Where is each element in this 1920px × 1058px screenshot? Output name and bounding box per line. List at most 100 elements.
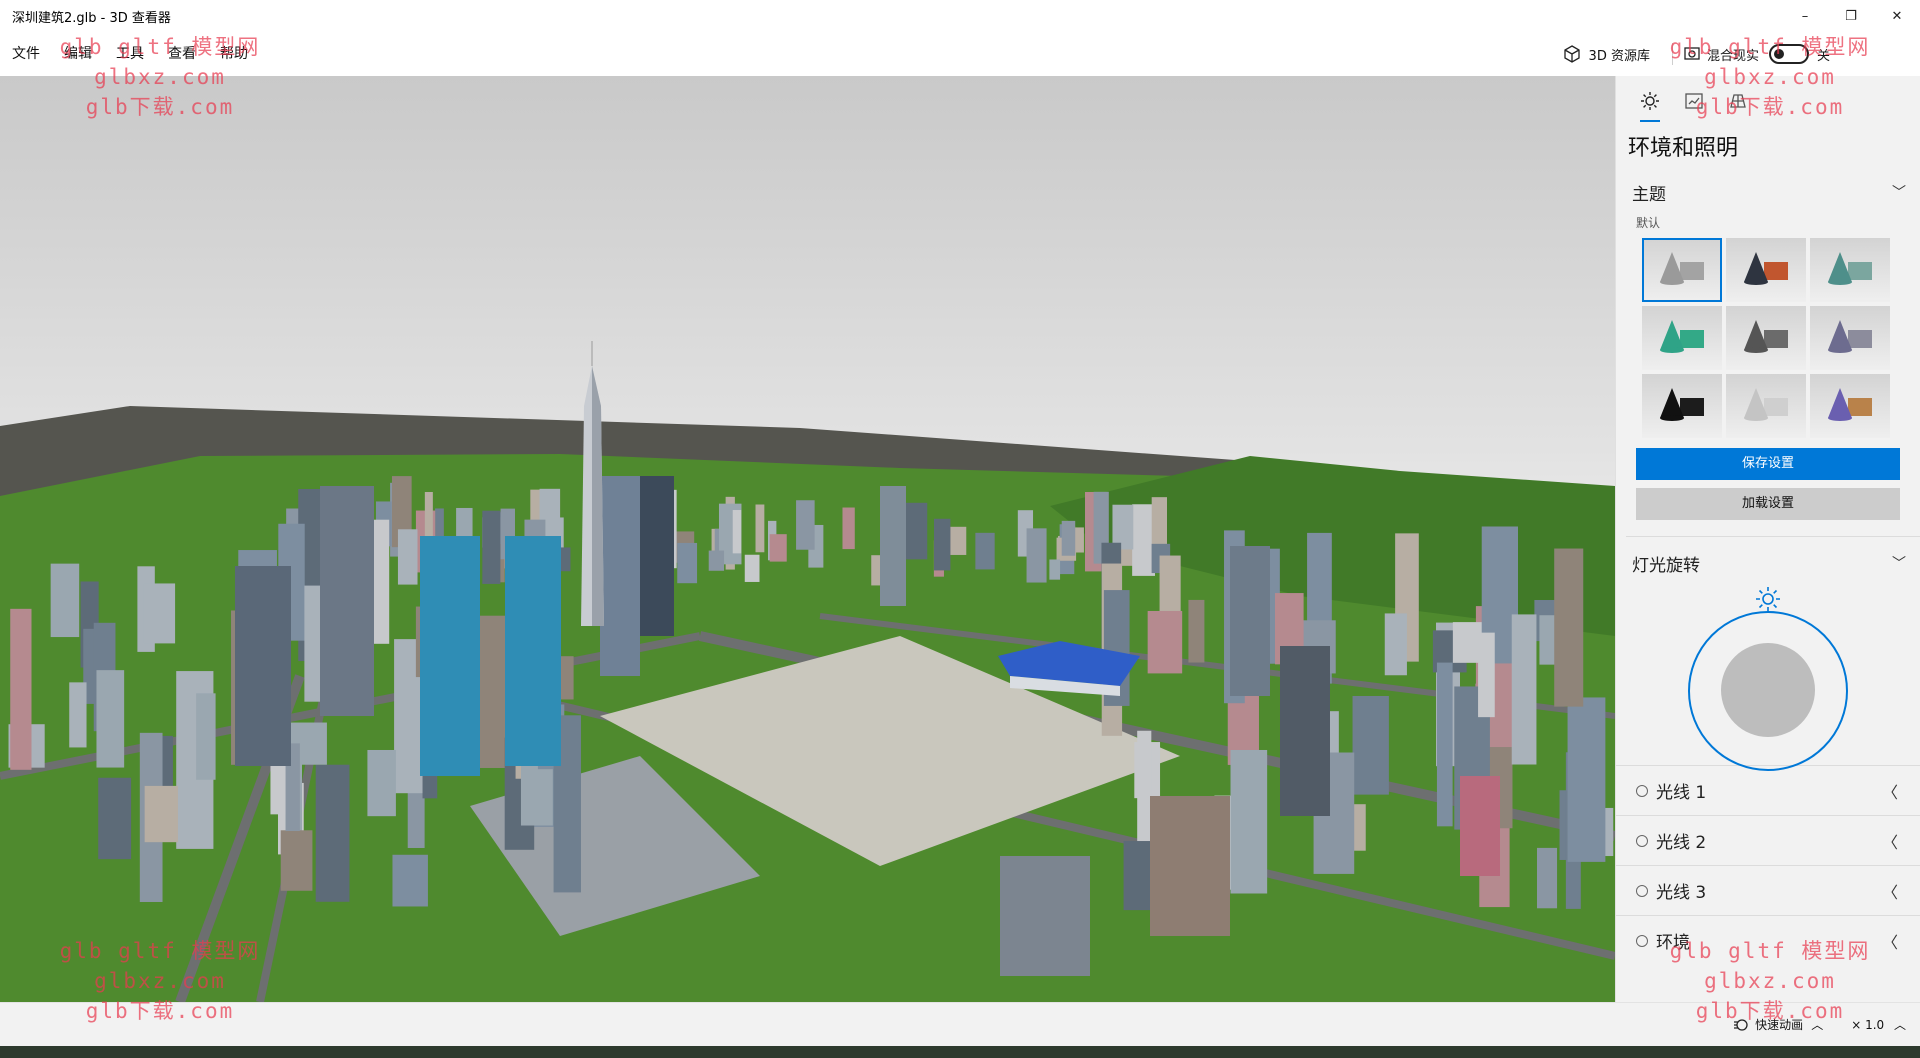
save-settings-button[interactable]: 保存设置: [1636, 448, 1900, 480]
chevron-left-icon: 〈: [1881, 832, 1898, 852]
theme-preview-icon: [1744, 320, 1788, 353]
theme-swatch-9[interactable]: [1810, 374, 1890, 438]
light-3-radio[interactable]: [1636, 884, 1648, 897]
status-bar: 快速动画 ︿ × 1.0 ︿: [0, 1002, 1920, 1046]
watermark: glb gltf 模型网 glbxz.com glb下载.com: [50, 32, 270, 122]
watermark-line: glb gltf 模型网: [1669, 35, 1871, 59]
theme-swatch-8[interactable]: [1726, 374, 1806, 438]
theme-swatch-6[interactable]: [1810, 306, 1890, 370]
building: [10, 608, 32, 770]
theme-preview-icon: [1660, 388, 1704, 421]
building: [482, 510, 501, 584]
theme-preview-icon: [1828, 388, 1872, 421]
theme-swatch-1[interactable]: [1642, 238, 1722, 302]
theme-swatch-7[interactable]: [1642, 374, 1722, 438]
tower: [1460, 776, 1500, 876]
building: [933, 518, 951, 571]
tower: [320, 486, 374, 716]
theme-preview-icon: [1660, 252, 1704, 285]
watermark-line: glb下载.com: [1695, 999, 1845, 1023]
watermark: glb gltf 模型网 glbxz.com glb下载.com: [50, 936, 270, 1026]
taskbar-strip: [0, 1046, 1920, 1058]
light-row-1[interactable]: 光线 1 〈: [1616, 765, 1920, 815]
tower: [505, 536, 561, 766]
building: [796, 500, 815, 550]
tower: [1280, 646, 1330, 816]
load-settings-button[interactable]: 加载设置: [1636, 488, 1900, 520]
environment-icon: [1641, 92, 1659, 110]
building: [315, 764, 350, 902]
building: [559, 656, 574, 700]
chevron-down-icon: ﹀: [1892, 185, 1906, 201]
minimize-button[interactable]: –: [1782, 0, 1828, 32]
panel-divider: [1626, 536, 1920, 537]
ambient-radio[interactable]: [1636, 934, 1648, 947]
watermark-line: glbxz.com: [1704, 969, 1836, 993]
building: [143, 583, 176, 644]
theme-section-header[interactable]: 主题 ﹀: [1616, 170, 1920, 214]
3d-library-label: 3D 资源库: [1588, 48, 1650, 64]
light-rotation-dial[interactable]: [1616, 585, 1920, 771]
close-button[interactable]: ✕: [1874, 0, 1920, 32]
theme-section-title: 主题: [1632, 184, 1666, 205]
theme-preview-icon: [1660, 320, 1704, 353]
building: [144, 785, 178, 843]
building: [677, 542, 698, 584]
tower: [880, 486, 906, 606]
building: [397, 529, 418, 585]
theme-grid: [1616, 232, 1920, 438]
watermark-line: glb gltf 模型网: [59, 939, 261, 963]
menu-file[interactable]: 文件: [0, 32, 52, 76]
building: [96, 670, 125, 768]
light-row-3[interactable]: 光线 3 〈: [1616, 865, 1920, 915]
theme-swatch-3[interactable]: [1810, 238, 1890, 302]
building: [1436, 662, 1453, 827]
tower: [235, 566, 291, 766]
light-row-2[interactable]: 光线 2 〈: [1616, 815, 1920, 865]
landmark-tower: [581, 341, 604, 626]
light-rotation-header[interactable]: 灯光旋转 ﹀: [1616, 541, 1920, 585]
building: [1147, 610, 1183, 674]
theme-swatch-5[interactable]: [1726, 306, 1806, 370]
window-title: 深圳建筑2.glb - 3D 查看器: [12, 10, 171, 26]
watermark-line: glb gltf 模型网: [59, 35, 261, 59]
theme-preview-icon: [1828, 320, 1872, 353]
building: [196, 693, 216, 780]
chevron-up-icon[interactable]: ︿: [1894, 1018, 1906, 1032]
building: [280, 830, 313, 891]
menu-bar: 文件 编辑 工具 查看 帮助 3D 资源库 混合现实 关: [0, 32, 1920, 76]
building: [1026, 528, 1047, 583]
building: [947, 526, 967, 555]
building: [1536, 847, 1558, 909]
3d-library-button[interactable]: 3D 资源库: [1551, 32, 1662, 76]
sun-icon[interactable]: [1754, 585, 1782, 613]
building: [744, 554, 760, 582]
building: [732, 510, 742, 554]
watermark-line: glb下载.com: [85, 95, 235, 119]
building: [50, 563, 80, 638]
light-2-label: 光线 2: [1656, 833, 1707, 853]
chevron-left-icon: 〈: [1881, 782, 1898, 802]
tower: [1150, 796, 1230, 936]
tower: [1230, 546, 1270, 696]
light-1-radio[interactable]: [1636, 784, 1648, 797]
title-bar: 深圳建筑2.glb - 3D 查看器 – ❐ ✕: [0, 0, 1920, 32]
maximize-button[interactable]: ❐: [1828, 0, 1874, 32]
light-3-label: 光线 3: [1656, 883, 1707, 903]
theme-swatch-2[interactable]: [1726, 238, 1806, 302]
building: [1137, 730, 1152, 852]
tower: [600, 476, 640, 676]
3d-viewport[interactable]: [0, 76, 1615, 1002]
theme-swatch-4[interactable]: [1642, 306, 1722, 370]
light-1-label: 光线 1: [1656, 783, 1707, 803]
tower: [420, 536, 480, 776]
light-2-radio[interactable]: [1636, 834, 1648, 847]
building: [1567, 697, 1606, 862]
chevron-left-icon: 〈: [1881, 932, 1898, 952]
building: [1478, 632, 1495, 718]
cube-icon: [1563, 45, 1580, 63]
building: [1554, 548, 1584, 707]
building: [367, 749, 396, 817]
building: [1049, 559, 1061, 580]
city-model-render[interactable]: [0, 76, 1615, 1002]
